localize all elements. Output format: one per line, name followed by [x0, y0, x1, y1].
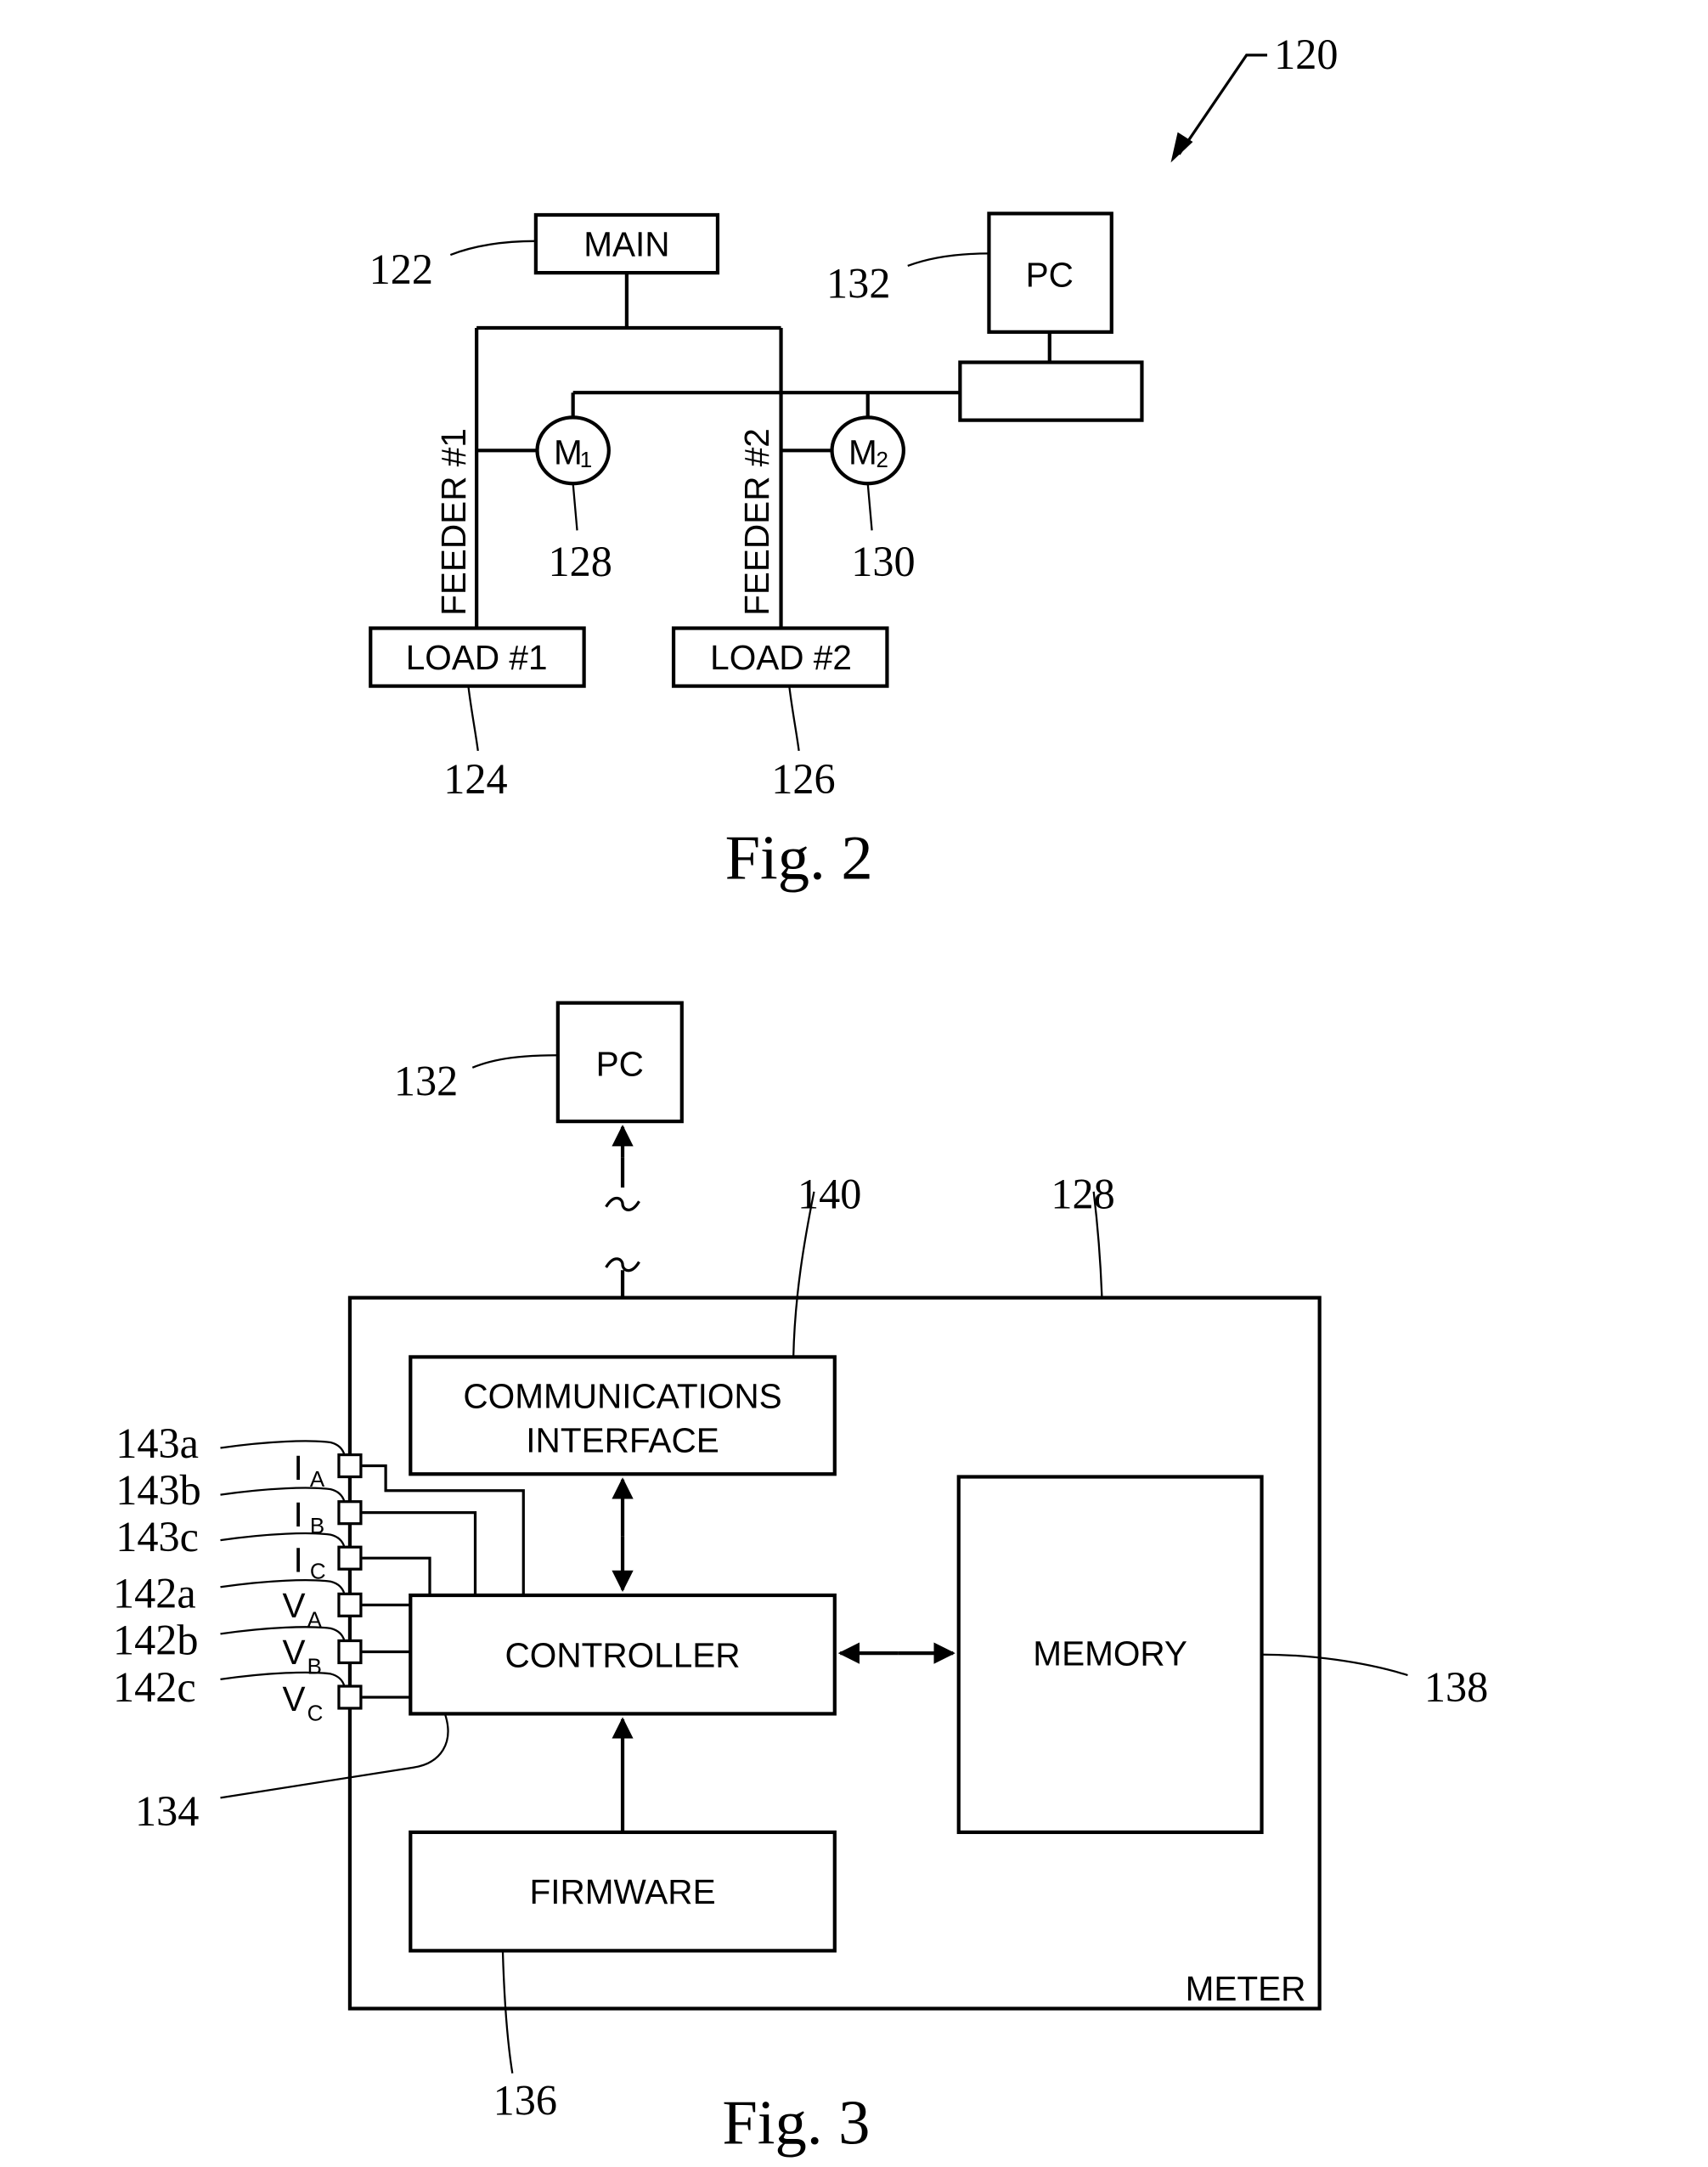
system-reference-120: 120 [1170, 31, 1339, 163]
fig3-caption: Fig. 3 [722, 2088, 870, 2158]
terminal-ref: 142b [113, 1617, 199, 1664]
controller-ref: 134 [135, 1787, 199, 1835]
memory-ref: 138 [1424, 1663, 1488, 1711]
fig3-pc-ref: 132 [394, 1057, 458, 1104]
load2-leader [788, 686, 800, 751]
terminal-symbol: V [282, 1633, 305, 1672]
terminal-symbol: V [282, 1679, 305, 1718]
terminal-symbol: I [293, 1540, 302, 1579]
load1-ref: 124 [443, 755, 507, 803]
pc-leader [907, 252, 989, 268]
pc-ref: 132 [826, 259, 890, 307]
break-symbol-lower [605, 1257, 640, 1273]
patent-drawing-sheet: 120 MAIN 122 PC 132 M 1 128 M 2 130 FEED… [113, 31, 1488, 2158]
comm-line [571, 391, 961, 420]
terminal-box [337, 1545, 363, 1571]
terminal-ref: 143b [116, 1466, 201, 1514]
feeder2-label: FEEDER #2 [737, 428, 776, 616]
firmware-ref: 136 [493, 2076, 557, 2124]
terminal-ref: 142a [113, 1570, 196, 1617]
figure-2: 120 MAIN 122 PC 132 M 1 128 M 2 130 FEED… [369, 31, 1339, 894]
terminal-subscript: A [307, 1608, 323, 1632]
load2-label: LOAD #2 [710, 638, 852, 677]
m2-leader [866, 483, 873, 531]
fig2-caption: Fig. 2 [725, 824, 873, 894]
terminal-142c: V C 142c [113, 1663, 363, 1726]
figure-3: PC 132 METER 128 COMMUNICATIONS INTERFAC… [113, 1001, 1488, 2158]
terminal-ref: 143c [116, 1513, 199, 1560]
comms-ref: 140 [798, 1170, 861, 1217]
main-ref: 122 [369, 245, 433, 293]
m1-leader [572, 483, 578, 531]
main-label: MAIN [583, 225, 669, 264]
terminal-leader [220, 1532, 346, 1548]
load1-label: LOAD #1 [406, 638, 548, 677]
main-leader [449, 240, 536, 257]
terminal-box [337, 1592, 363, 1617]
load1-leader [467, 686, 479, 751]
feeder1-label: FEEDER #1 [434, 428, 473, 616]
terminal-box [337, 1685, 363, 1710]
terminal-leader [220, 1487, 346, 1503]
terminal-leader [220, 1440, 346, 1455]
system-ref-label: 120 [1274, 31, 1338, 78]
terminal-subscript: B [307, 1655, 322, 1679]
m1-sub: 1 [580, 449, 592, 472]
terminal-box [337, 1500, 363, 1526]
terminal-symbol: I [293, 1495, 302, 1534]
m1-ref: 128 [548, 538, 612, 585]
comms-line2: INTERFACE [526, 1420, 719, 1459]
memory-label: MEMORY [1033, 1634, 1187, 1673]
fig3-pc-label: PC [596, 1045, 644, 1084]
meter-ref: 128 [1051, 1170, 1114, 1217]
network-interface-box [958, 360, 1144, 422]
load2-ref: 126 [771, 755, 835, 803]
m1-label: M [554, 433, 583, 472]
comms-line1: COMMUNICATIONS [463, 1376, 781, 1415]
terminal-box [337, 1639, 363, 1665]
terminal-subscript: C [307, 1702, 324, 1726]
terminal-symbol: I [293, 1448, 302, 1487]
terminal-box [337, 1453, 363, 1479]
terminal-ref: 142c [113, 1663, 196, 1711]
terminal-symbol: V [282, 1586, 305, 1625]
m2-label: M [848, 433, 877, 472]
m2-ref: 130 [851, 538, 915, 585]
firmware-label: FIRMWARE [529, 1872, 715, 1911]
fig3-pc-leader [471, 1054, 558, 1069]
pc-label: PC [1026, 255, 1074, 294]
meter-label: METER [1186, 1969, 1306, 2008]
break-symbol-upper [605, 1196, 640, 1211]
controller-label: CONTROLLER [505, 1635, 741, 1674]
terminal-ref: 143a [116, 1419, 199, 1467]
m2-sub: 2 [876, 449, 888, 472]
